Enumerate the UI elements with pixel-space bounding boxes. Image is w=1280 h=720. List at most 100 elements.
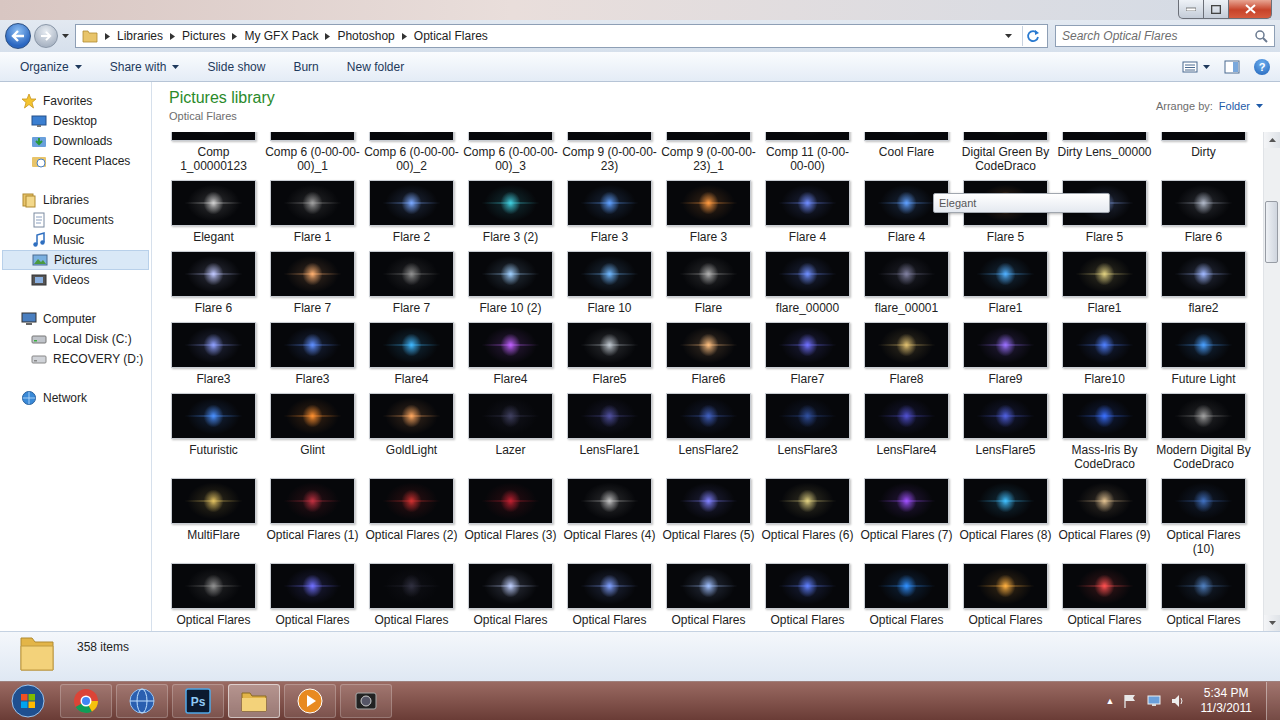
file-item[interactable]: Flare4	[461, 319, 560, 390]
action-center-flag-icon[interactable]	[1122, 693, 1138, 709]
scroll-down-button[interactable]	[1264, 615, 1280, 631]
nav-item[interactable]: Music	[2, 230, 149, 250]
file-item[interactable]: Flare 7	[362, 248, 461, 319]
address-dropdown-icon[interactable]	[1005, 34, 1012, 38]
file-item[interactable]: Flare8	[857, 319, 956, 390]
breadcrumb[interactable]: Libraries	[117, 29, 163, 43]
volume-icon[interactable]	[1170, 693, 1186, 709]
separator-icon[interactable]	[402, 33, 407, 40]
file-item[interactable]: Dirty	[1154, 132, 1253, 177]
breadcrumb[interactable]: My GFX Pack	[244, 29, 318, 43]
nav-item[interactable]: Videos	[2, 270, 149, 290]
help-button[interactable]: ?	[1254, 59, 1270, 75]
file-item[interactable]: Elegant	[164, 177, 263, 248]
taskbar-app[interactable]	[340, 684, 392, 718]
nav-item[interactable]: Local Disk (C:)	[2, 329, 149, 349]
file-item[interactable]: Optical Flares	[659, 560, 758, 631]
scroll-thumb[interactable]	[1265, 201, 1278, 263]
separator-icon[interactable]	[170, 33, 175, 40]
file-item[interactable]: Optical Flares (6)	[758, 475, 857, 560]
arrange-dropdown[interactable]: Folder	[1219, 100, 1250, 112]
file-item[interactable]: Flare4	[362, 319, 461, 390]
file-item[interactable]: Flare	[659, 248, 758, 319]
file-item[interactable]: flare_00001	[857, 248, 956, 319]
file-item[interactable]: Comp 9 (0-00-00-23)_1	[659, 132, 758, 177]
breadcrumb[interactable]: Optical Flares	[414, 29, 488, 43]
file-item[interactable]: Comp 11 (0-00-00-00)	[758, 132, 857, 177]
file-item[interactable]: Modern Digital By CodeDraco	[1154, 390, 1253, 475]
file-item[interactable]: LensFlare4	[857, 390, 956, 475]
start-button[interactable]	[6, 684, 50, 718]
file-item[interactable]: Optical Flares (1)	[263, 475, 362, 560]
file-item[interactable]: Optical Flares (10)	[1154, 475, 1253, 560]
file-item[interactable]: Futuristic	[164, 390, 263, 475]
file-item[interactable]: Optical Flares	[263, 560, 362, 631]
file-item[interactable]: Optical Flares	[956, 560, 1055, 631]
file-item[interactable]: Optical Flares	[362, 560, 461, 631]
nav-item[interactable]: RECOVERY (D:)	[2, 349, 149, 369]
file-item[interactable]: Optical Flares (4)	[560, 475, 659, 560]
history-dropdown-icon[interactable]	[62, 34, 69, 38]
nav-item[interactable]: Desktop	[2, 111, 149, 131]
file-item[interactable]: Flare 7	[263, 248, 362, 319]
file-item[interactable]: Comp 6 (0-00-00-00)_2	[362, 132, 461, 177]
clock[interactable]: 5:34 PM11/3/2011	[1194, 686, 1258, 716]
file-item[interactable]: Optical Flares	[461, 560, 560, 631]
file-item[interactable]: Digital Green By CodeDraco	[956, 132, 1055, 177]
file-item[interactable]: Flare 2	[362, 177, 461, 248]
file-item[interactable]: Flare3	[263, 319, 362, 390]
toolbar-button[interactable]: Organize	[10, 56, 92, 78]
taskbar-app[interactable]	[228, 684, 280, 718]
file-item[interactable]: Flare 3	[659, 177, 758, 248]
file-item[interactable]: Flare 6	[1154, 177, 1253, 248]
nav-item[interactable]: Recent Places	[2, 151, 149, 171]
file-item[interactable]: Comp 9 (0-00-00-23)	[560, 132, 659, 177]
file-item[interactable]: Optical Flares	[560, 560, 659, 631]
nav-group-header[interactable]: Computer	[2, 309, 149, 329]
file-item[interactable]: Future Light	[1154, 319, 1253, 390]
taskbar-app[interactable]: Ps	[172, 684, 224, 718]
file-item[interactable]: Flare3	[164, 319, 263, 390]
file-item[interactable]: Optical Flares (8)	[956, 475, 1055, 560]
file-item[interactable]: GoldLight	[362, 390, 461, 475]
file-item[interactable]: Flare 10 (2)	[461, 248, 560, 319]
file-item[interactable]: Flare1	[1055, 248, 1154, 319]
file-item[interactable]: Optical Flares	[1154, 560, 1253, 631]
file-item[interactable]: Flare 6	[164, 248, 263, 319]
forward-button[interactable]	[34, 24, 58, 48]
nav-item[interactable]: Downloads	[2, 131, 149, 151]
toolbar-button[interactable]: Burn	[283, 56, 328, 78]
nav-group-header[interactable]: Libraries	[2, 190, 149, 210]
toolbar-button[interactable]: Slide show	[197, 56, 275, 78]
preview-pane-button[interactable]	[1224, 60, 1240, 74]
file-item[interactable]: Optical Flares	[164, 560, 263, 631]
close-button[interactable]	[1229, 0, 1272, 19]
back-button[interactable]	[5, 23, 31, 49]
file-item[interactable]: Cool Flare	[857, 132, 956, 177]
file-item[interactable]: Flare9	[956, 319, 1055, 390]
file-item[interactable]: Flare 1	[263, 177, 362, 248]
file-item[interactable]: Flare5	[560, 319, 659, 390]
search-box[interactable]: Search Optical Flares	[1055, 25, 1275, 47]
toolbar-button[interactable]: New folder	[337, 56, 414, 78]
file-item[interactable]: Optical Flares (9)	[1055, 475, 1154, 560]
network-status-icon[interactable]	[1146, 693, 1162, 709]
file-item[interactable]: flare_00000	[758, 248, 857, 319]
separator-icon[interactable]	[105, 33, 110, 40]
show-desktop-button[interactable]	[1266, 682, 1280, 720]
file-item[interactable]: Optical Flares	[758, 560, 857, 631]
nav-group-header[interactable]: Network	[2, 388, 149, 408]
vertical-scrollbar[interactable]	[1263, 132, 1280, 631]
file-item[interactable]: Flare7	[758, 319, 857, 390]
views-button[interactable]	[1182, 60, 1210, 74]
file-item[interactable]: Flare1	[956, 248, 1055, 319]
file-item[interactable]: LensFlare2	[659, 390, 758, 475]
nav-item[interactable]: Pictures	[2, 250, 149, 270]
separator-icon[interactable]	[325, 33, 330, 40]
file-item[interactable]: MultiFlare	[164, 475, 263, 560]
file-item[interactable]: Optical Flares	[857, 560, 956, 631]
file-item[interactable]: Flare 3	[560, 177, 659, 248]
breadcrumb[interactable]: Pictures	[182, 29, 225, 43]
file-item[interactable]: LensFlare5	[956, 390, 1055, 475]
file-item[interactable]: flare2	[1154, 248, 1253, 319]
